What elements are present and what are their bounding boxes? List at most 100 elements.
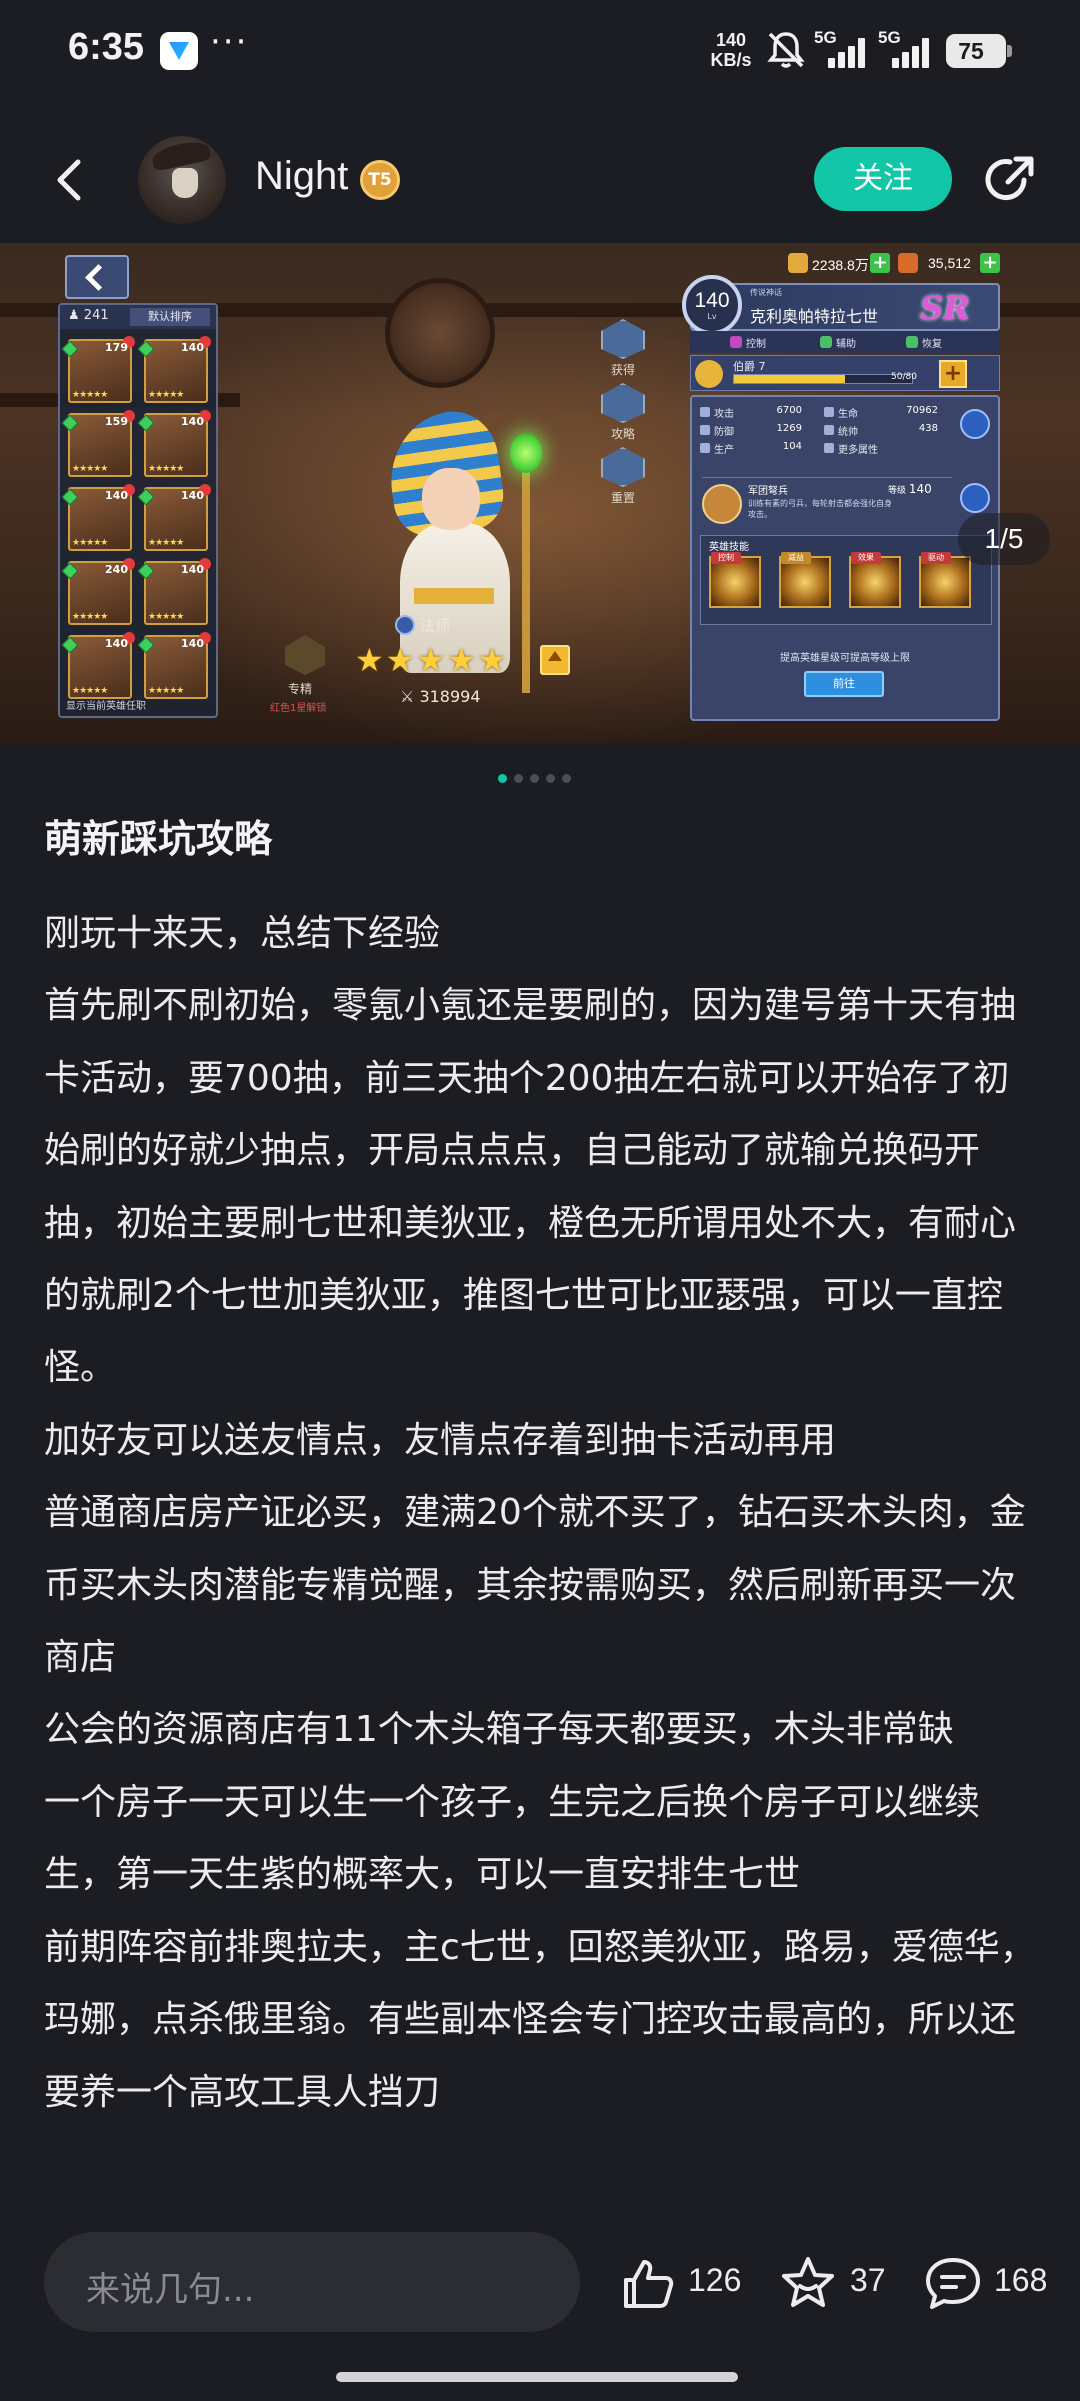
image-page-counter: 1/5 [958, 513, 1050, 565]
status-bar: 6:35 ··· 140 KB/s 5G 5G 75 [0, 0, 1080, 110]
sword-icon: ⚔ [400, 687, 415, 706]
hero-detail-panel: 传说神话 克利奥帕特拉七世 SR 140 Lv 控制 辅助 恢复 伯爵 7 50… [682, 275, 1000, 723]
game-back-button [65, 255, 129, 299]
status-time: 6:35 [68, 26, 145, 68]
hero-card: 179 ★★★★★ [61, 336, 135, 403]
rank-label: 伯爵 7 [733, 360, 766, 373]
signal-2-label: 5G [878, 28, 901, 47]
follow-button[interactable]: 关注 [814, 147, 952, 211]
carousel-dot[interactable] [530, 774, 539, 783]
class-icon [395, 615, 415, 635]
troop-level: 等级 140 [888, 482, 932, 496]
signal-strength-1-icon: 5G [814, 28, 870, 70]
hero-subtitle: 传说神话 [750, 288, 782, 297]
currency-meat: 35,512 [928, 255, 971, 271]
post-paragraph: 首先刷不刷初始，零氪小氪还是要刷的，因为建号第十天有抽卡活动，要700抽，前三天… [44, 985, 1017, 1389]
star-icon [782, 2257, 834, 2307]
post-header: Night T5 关注 [0, 130, 1080, 230]
network-speed-value: 140 [715, 30, 747, 50]
signal-strength-2-icon: 5G [878, 28, 934, 70]
rank-progress-text: 50/80 [891, 372, 917, 382]
goto-button: 前往 [804, 671, 884, 697]
favorite-count: 37 [850, 2262, 886, 2298]
post-paragraph: 公会的资源商店有11个木头箱子每天都要买，木头非常缺 [44, 1709, 954, 1751]
troop-name: 军团弩兵 [748, 486, 788, 497]
hero-card: 240 ★★★★★ [61, 558, 135, 625]
wall-shield-decoration [385, 278, 495, 388]
star-upgrade-icon [540, 645, 570, 675]
rank-row: 伯爵 7 50/80 + [690, 355, 1000, 391]
comment-input[interactable]: 来说几句... [44, 2232, 580, 2332]
hero-card: 140 ★★★★★ [137, 336, 211, 403]
hero-card: 140 ★★★★★ [137, 632, 211, 699]
hero-card: 140 ★★★★★ [137, 558, 211, 625]
hero-level-circle: 140 Lv [682, 275, 742, 335]
unlock-note: 红色1星解锁 [270, 703, 327, 714]
rarity-badge: SR [920, 289, 970, 327]
comment-count: 168 [994, 2262, 1048, 2298]
carousel-dot[interactable] [562, 774, 571, 783]
carousel-pagination [0, 774, 1080, 786]
troop-icon [702, 484, 742, 524]
currency-gold: 2238.8万 [812, 257, 869, 273]
hero-card: 140 ★★★★★ [137, 484, 211, 551]
back-button[interactable] [40, 150, 100, 210]
stats-box: 攻击 6700 生命 70962 防御 1269 统帅 438 生产 104 更多属性 军… [690, 395, 1000, 721]
add-gold-icon: + [870, 253, 890, 273]
troop-description: 训练有素的弓兵，每轮射击都会强化自身攻击。 [748, 499, 892, 519]
specialty-label: 专精 [288, 682, 313, 696]
hero-card: 140 ★★★★★ [61, 632, 135, 699]
level-badge-text: T5 [368, 170, 392, 190]
comment-bubble-icon [926, 2258, 980, 2309]
author-username[interactable]: Night [255, 154, 348, 199]
rank-progress-bar [733, 374, 913, 384]
hero-stars: ★★★★★ [355, 641, 509, 679]
author-avatar[interactable] [138, 136, 226, 224]
post-paragraph: 普通商店房产证必买，建满20个就不买了，钻石买木头肉，金币买木头肉潜能专精觉醒，… [44, 1492, 1026, 1679]
carousel-dot[interactable] [498, 774, 507, 783]
hero-card: 159 ★★★★★ [61, 410, 135, 477]
like-button[interactable]: 126 [618, 2250, 742, 2314]
signal-1-label: 5G [814, 28, 837, 47]
home-indicator[interactable] [336, 2372, 738, 2382]
network-speed-unit: KB/s [710, 50, 752, 70]
post-paragraph: 加好友可以送友情点，友情点存着到抽卡活动再用 [44, 1419, 837, 1461]
post-body: 刚玩十来天，总结下经验 首先刷不刷初始，零氪小氪还是要刷的，因为建号第十天有抽卡… [44, 898, 1044, 2129]
rank-add-icon: + [939, 360, 967, 388]
favorite-button[interactable]: 37 [778, 2250, 888, 2314]
thumbs-up-icon [624, 2260, 674, 2308]
comment-placeholder: 来说几句... [86, 2270, 255, 2310]
more-notifications-icon: ··· [210, 22, 249, 62]
rank-icon [695, 360, 723, 388]
carousel-dot[interactable] [546, 774, 555, 783]
hero-list-header: ♟ 241 默认排序 [60, 305, 216, 329]
carousel-dot[interactable] [514, 774, 523, 783]
hero-name: 克利奥帕特拉七世 [750, 307, 879, 326]
side-menu-reset: 重置 [598, 447, 648, 506]
like-count: 126 [688, 2262, 742, 2298]
hero-class: 法师 [420, 617, 451, 635]
add-meat-icon: + [980, 253, 1000, 273]
upgrade-note: 提高英雄星级可提高等级上限 [780, 653, 910, 664]
hero-list-footer: 显示当前英雄任职 [66, 701, 146, 712]
image-carousel[interactable]: ♟ 241 默认排序 179 ★★★★★ 140 ★★★★★ 159 ★★★★★ 14… [0, 243, 1080, 743]
meat-icon [898, 253, 918, 273]
comment-button[interactable]: 168 [922, 2250, 1052, 2314]
hero-power: ⚔ 318994 [400, 687, 481, 706]
share-icon[interactable] [980, 150, 1040, 210]
network-speed: 140 KB/s [708, 30, 754, 70]
stats-info-icon [960, 409, 990, 439]
troop-row: 军团弩兵 等级 140 训练有素的弓兵，每轮射击都会强化自身攻击。 [702, 477, 952, 531]
side-menu-guide: 攻略 [598, 383, 648, 442]
battery-icon: 75 [946, 34, 1012, 68]
skills-title: 英雄技能 [709, 542, 749, 553]
notification-app-icon [160, 32, 198, 70]
troop-info-icon [960, 483, 990, 513]
hero-card: 140 ★★★★★ [61, 484, 135, 551]
hero-list-panel: ♟ 241 默认排序 179 ★★★★★ 140 ★★★★★ 159 ★★★★★ 14… [58, 303, 218, 718]
battery-level: 75 [958, 38, 984, 64]
post-paragraph: 刚玩十来天，总结下经验 [44, 913, 441, 954]
skills-box: 英雄技能 控制 减益 效果 驱动 [700, 535, 992, 625]
post-paragraph: 一个房子一天可以生一个孩子，生完之后换个房子可以继续生，第一天生紫的概率大，可以… [44, 1781, 981, 1896]
post-title: 萌新踩坑攻略 [44, 817, 273, 861]
